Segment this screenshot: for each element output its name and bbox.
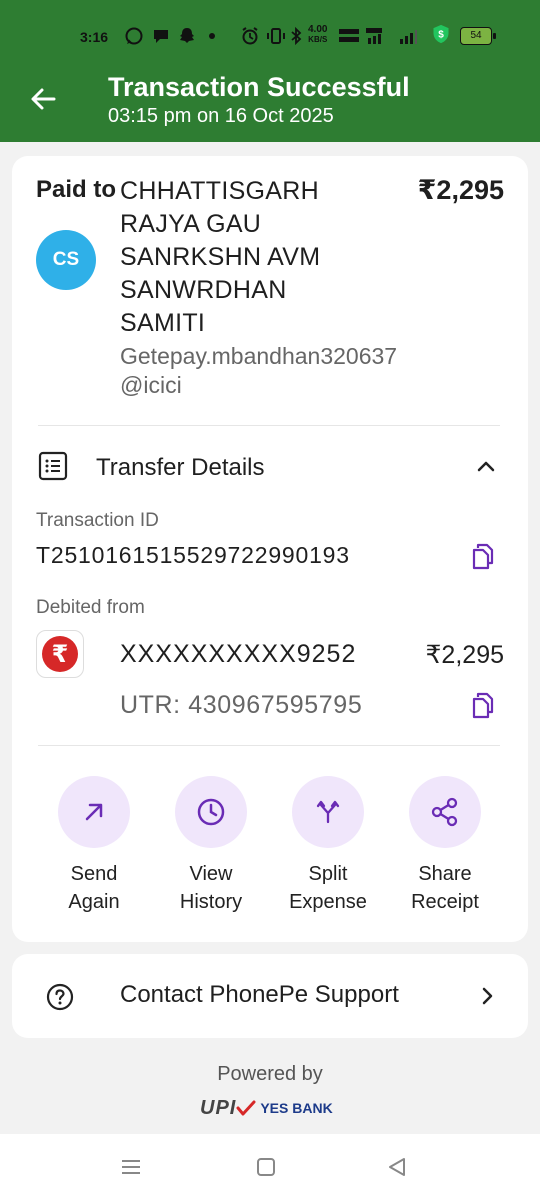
chevron-up-icon[interactable] bbox=[474, 454, 498, 478]
back-arrow-icon[interactable] bbox=[28, 84, 58, 114]
action-label: History bbox=[179, 891, 243, 913]
snapchat-icon bbox=[180, 28, 194, 43]
checkmark-icon bbox=[236, 1100, 256, 1116]
status-time: 3:16 bbox=[80, 29, 109, 45]
bank-logo: ₹ bbox=[36, 630, 84, 678]
share-icon bbox=[431, 797, 458, 827]
payee-vpa: Getepay.mbandhan320637@icici bbox=[120, 343, 398, 398]
alarm-icon bbox=[242, 27, 258, 45]
svg-text:$: $ bbox=[438, 29, 444, 40]
recents-icon[interactable] bbox=[120, 1156, 142, 1178]
split-icon bbox=[316, 800, 340, 824]
share-receipt-button[interactable]: Share Receipt bbox=[390, 776, 500, 916]
send-again-button[interactable]: Send Again bbox=[39, 776, 149, 916]
action-label: View bbox=[189, 863, 233, 885]
bluetooth-icon bbox=[291, 26, 302, 46]
transaction-id-label: Transaction ID bbox=[36, 510, 159, 531]
receipt-list-icon bbox=[38, 451, 68, 481]
payee-avatar: CS bbox=[36, 230, 96, 290]
chevron-right-icon bbox=[482, 987, 493, 1005]
action-label: Receipt bbox=[411, 891, 479, 913]
support-card[interactable]: Contact PhonePe Support bbox=[12, 954, 528, 1038]
copy-utr-icon[interactable] bbox=[470, 691, 496, 719]
arrow-up-right-icon bbox=[85, 803, 103, 821]
action-label: Expense bbox=[289, 891, 367, 913]
paid-to-label: Paid to bbox=[36, 176, 117, 203]
home-icon[interactable] bbox=[255, 1156, 277, 1178]
transaction-id: T2510161515529722990193 bbox=[36, 542, 350, 568]
yes-bank-logo: YES BANK bbox=[260, 1100, 333, 1116]
shield-dollar-icon: $ bbox=[433, 24, 449, 44]
view-history-button[interactable]: View History bbox=[156, 776, 266, 916]
notification-dot-icon bbox=[209, 33, 215, 39]
action-label: Send bbox=[70, 863, 118, 885]
5g-signal-icon bbox=[366, 28, 382, 44]
account-number: XXXXXXXXXX9252 bbox=[120, 640, 357, 668]
page-title: Transaction Successful bbox=[108, 72, 410, 102]
copy-icon[interactable] bbox=[470, 542, 496, 570]
debited-from-label: Debited from bbox=[36, 597, 145, 618]
share-receipt-icon-circle bbox=[409, 776, 481, 848]
action-label: Split bbox=[308, 863, 348, 885]
send-again-icon-circle bbox=[58, 776, 130, 848]
signal-icon bbox=[400, 30, 417, 44]
powered-by-label: Powered by bbox=[217, 1063, 323, 1085]
split-expense-icon-circle bbox=[292, 776, 364, 848]
chat-icon bbox=[154, 30, 168, 43]
payee-name: CHHATTISGARH RAJYA GAU SANRKSHN AVM SANW… bbox=[120, 177, 321, 337]
volte-icon bbox=[339, 29, 359, 42]
view-history-icon-circle bbox=[175, 776, 247, 848]
speed-value: 4.00 bbox=[308, 24, 328, 35]
speed-unit: KB/S bbox=[308, 35, 328, 44]
contact-support-label: Contact PhonePe Support bbox=[120, 981, 399, 1008]
transaction-card: Paid to ₹2,295 CS CHHATTISGARH RAJYA GAU… bbox=[12, 156, 528, 942]
action-label: Share bbox=[418, 863, 472, 885]
whatsapp-icon bbox=[125, 27, 143, 45]
divider bbox=[38, 425, 500, 426]
divider bbox=[38, 745, 500, 746]
utr-number: UTR: 430967595795 bbox=[120, 691, 363, 719]
system-nav-bar bbox=[0, 1134, 540, 1200]
upi-yes-bank-logo: UPI YES BANK bbox=[200, 1097, 333, 1119]
action-label: Again bbox=[68, 891, 120, 913]
app-header: Transaction Successful 03:15 pm on 16 Oc… bbox=[0, 72, 540, 142]
split-expense-button[interactable]: Split Expense bbox=[273, 776, 383, 916]
back-nav-icon[interactable] bbox=[386, 1156, 408, 1178]
battery-indicator: 54 bbox=[460, 27, 496, 45]
status-bar: 3:16 4.00 KB/S $ 54 bbox=[0, 0, 540, 72]
rupee-icon: ₹ bbox=[42, 636, 78, 672]
transfer-details-label: Transfer Details bbox=[96, 454, 265, 481]
vibrate-icon bbox=[267, 28, 285, 44]
upi-logo: UPI bbox=[200, 1096, 237, 1119]
paid-amount: ₹2,295 bbox=[417, 175, 504, 205]
clock-icon bbox=[197, 798, 225, 826]
debited-amount: ₹2,295 bbox=[425, 641, 504, 669]
transaction-datetime: 03:15 pm on 16 Oct 2025 bbox=[108, 105, 334, 127]
help-icon bbox=[46, 983, 74, 1011]
network-speed: 4.00 KB/S bbox=[308, 25, 327, 45]
